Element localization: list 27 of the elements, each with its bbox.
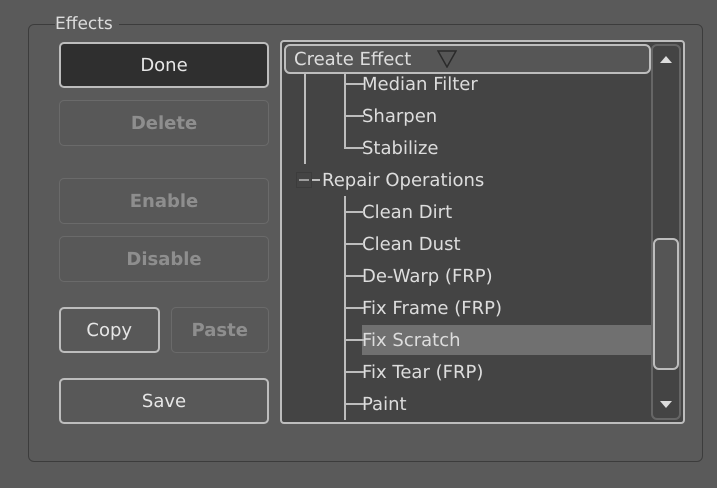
collapse-icon[interactable] [296,172,312,188]
tree-branch-line [344,228,362,260]
dropdown-arrow-icon [437,50,458,68]
tree-group-item[interactable]: Repair Operations [320,170,484,190]
default-button[interactable]: Done [59,42,269,88]
tree-item[interactable]: Paint [362,389,651,419]
create-effect-dropdown[interactable]: Create Effect [284,44,651,74]
tree-branch-line [344,260,362,292]
tree-item[interactable]: Clean Dirt [362,197,651,227]
scroll-up-icon[interactable] [659,54,673,64]
scroll-down-icon[interactable] [659,400,673,410]
tree-branch-line [344,292,362,324]
group-title: Effects [55,14,114,34]
tree-item[interactable]: Fix Frame (FRP) [362,293,651,323]
button[interactable]: Save [59,378,269,424]
tree-item[interactable]: Sharpen [362,101,651,131]
tree-branch-line [344,388,362,420]
scrollbar[interactable] [651,44,681,420]
tree-branch-line [344,196,362,228]
button[interactable]: Copy [59,307,160,353]
tree-item[interactable]: Clean Dust [362,229,651,259]
tree-item[interactable]: Fix Tear (FRP) [362,357,651,387]
tree-item[interactable]: De-Warp (FRP) [362,261,651,291]
tree-item[interactable]: Stabilize [362,133,651,163]
tree-branch-line [344,356,362,388]
scroll-thumb[interactable] [653,238,679,370]
tree-item[interactable]: Fix Scratch [362,325,651,355]
